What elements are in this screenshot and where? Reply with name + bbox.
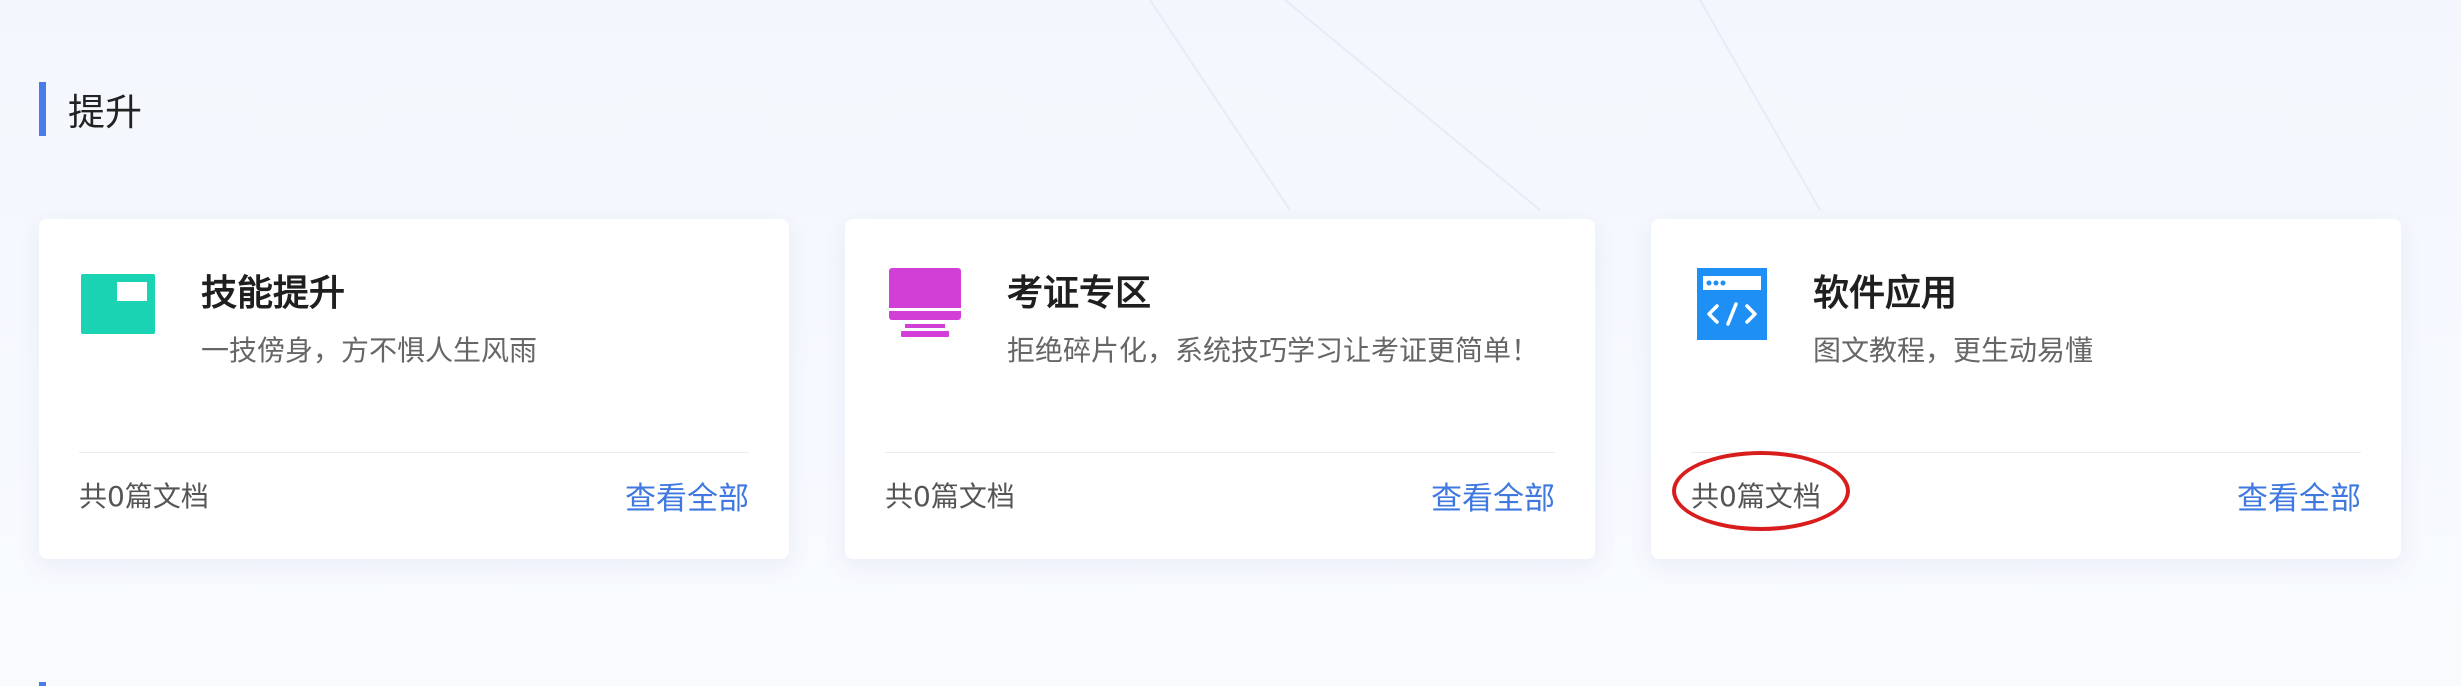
category-card-skill[interactable]: 技能提升 一技傍身，方不惧人生风雨 共0篇文档 查看全部 [39,219,789,559]
monitor-icon [889,268,961,337]
doc-count: 共0篇文档 [885,480,1015,513]
card-description: 拒绝碎片化，系统技巧学习让考证更简单！ [1007,334,1540,367]
next-section-accent-bar [39,682,46,686]
doc-count: 共0篇文档 [1691,480,1821,513]
section-title: 提升 [68,91,142,134]
category-card-software[interactable]: 软件应用 图文教程，更生动易懂 共0篇文档 查看全部 [1651,219,2401,559]
section-accent-bar [39,82,46,136]
card-title: 软件应用 [1813,273,1958,314]
view-all-link[interactable]: 查看全部 [625,473,749,518]
flag-board-icon [81,274,155,334]
card-divider [885,452,1555,453]
card-divider [1691,452,2361,453]
card-title: 考证专区 [1007,273,1152,314]
view-all-link[interactable]: 查看全部 [1431,473,1555,518]
card-description: 一技傍身，方不惧人生风雨 [201,334,538,367]
section-header: 提升 [39,82,142,136]
card-description: 图文教程，更生动易懂 [1813,334,2094,367]
doc-count: 共0篇文档 [79,480,209,513]
card-divider [79,452,749,453]
view-all-link[interactable]: 查看全部 [2237,473,2361,518]
code-window-icon [1697,268,1767,340]
card-title: 技能提升 [201,273,346,314]
category-card-certification[interactable]: 考证专区 拒绝碎片化，系统技巧学习让考证更简单！ 共0篇文档 查看全部 [845,219,1595,559]
